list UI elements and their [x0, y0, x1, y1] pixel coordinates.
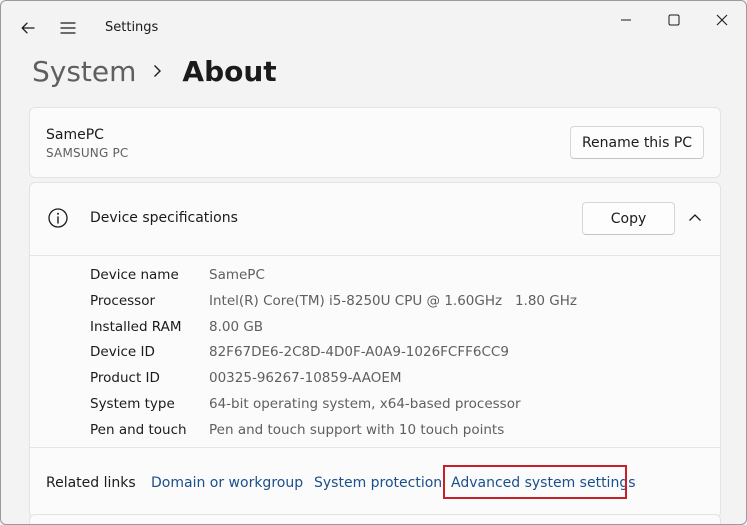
- spec-value: 00325-96267-10859-AAOEM: [209, 370, 402, 387]
- back-arrow-icon[interactable]: [15, 15, 41, 41]
- spec-label: Device ID: [90, 344, 155, 361]
- device-specifications-title: Device specifications: [90, 210, 238, 226]
- spec-label: Product ID: [90, 370, 160, 387]
- maximize-icon[interactable]: [651, 7, 697, 33]
- next-card-edge: [29, 514, 721, 524]
- highlight-box: [443, 465, 627, 499]
- copy-button[interactable]: Copy: [582, 202, 675, 235]
- breadcrumb: System About: [32, 51, 277, 91]
- pc-name: SamePC: [46, 127, 104, 143]
- spec-label: System type: [90, 395, 175, 412]
- related-links-label: Related links: [46, 475, 136, 491]
- system-protection-link[interactable]: System protection: [314, 475, 442, 491]
- settings-window: Settings System About SamePC SAMSUNG PC …: [0, 0, 747, 525]
- close-icon[interactable]: [699, 7, 745, 33]
- chevron-right-icon: [152, 64, 162, 78]
- spec-label: Installed RAM: [90, 318, 182, 335]
- spec-label: Pen and touch: [90, 421, 187, 438]
- window-title: Settings: [105, 20, 159, 35]
- domain-or-workgroup-link[interactable]: Domain or workgroup: [151, 475, 303, 491]
- spec-label: Device name: [90, 267, 179, 283]
- title-bar: Settings: [1, 1, 746, 55]
- device-specifications-header[interactable]: Device specifications Copy: [30, 183, 720, 256]
- spec-value: 82F67DE6-2C8D-4D0F-A0A9-1026FCFF6CC9: [209, 344, 509, 361]
- page-title: About: [182, 54, 277, 88]
- info-icon: [47, 207, 69, 229]
- spec-value: 8.00 GB: [209, 318, 264, 335]
- rename-pc-button[interactable]: Rename this PC: [570, 126, 704, 159]
- hamburger-menu-icon[interactable]: [55, 15, 81, 41]
- spec-value: Intel(R) Core(TM) i5-8250U CPU @ 1.60GHz…: [209, 292, 578, 309]
- spec-value: Pen and touch support with 10 touch poin…: [209, 421, 505, 438]
- spec-value: SamePC: [209, 267, 265, 283]
- spec-label: Processor: [90, 292, 156, 309]
- breadcrumb-parent[interactable]: System: [32, 55, 136, 88]
- pc-name-card: SamePC SAMSUNG PC Rename this PC: [29, 107, 721, 178]
- pc-model: SAMSUNG PC: [46, 146, 129, 160]
- chevron-up-icon[interactable]: [686, 209, 704, 227]
- minimize-icon[interactable]: [603, 7, 649, 33]
- spec-value: 64-bit operating system, x64-based proce…: [209, 395, 521, 412]
